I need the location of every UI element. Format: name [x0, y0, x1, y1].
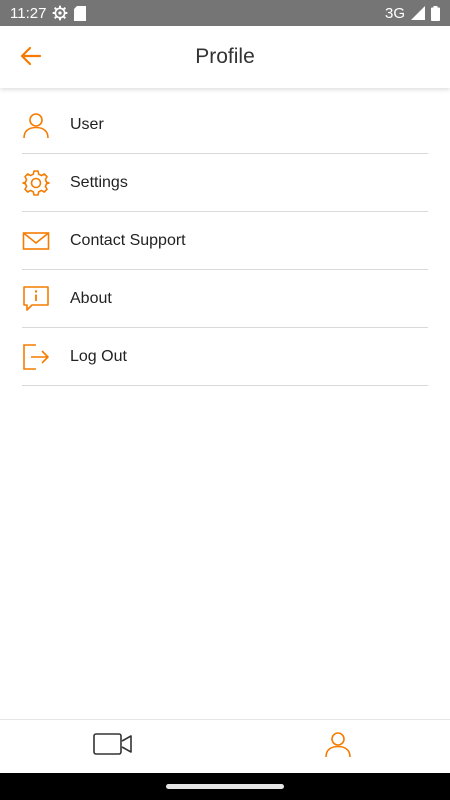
tab-profile[interactable]	[225, 720, 450, 773]
status-bar: 11:27 3G	[0, 0, 450, 26]
logout-icon	[22, 343, 50, 371]
bottom-nav	[0, 719, 450, 773]
menu-item-settings[interactable]: Settings	[22, 154, 428, 212]
menu-item-contact-support[interactable]: Contact Support	[22, 212, 428, 270]
signal-icon	[411, 6, 425, 20]
status-left: 11:27	[10, 4, 87, 22]
status-right: 3G	[385, 5, 440, 22]
network-type: 3G	[384, 4, 405, 22]
video-camera-icon	[92, 731, 133, 762]
user-icon	[22, 111, 50, 139]
battery-icon	[431, 5, 440, 21]
tab-video[interactable]	[0, 720, 225, 773]
arrow-left-icon	[20, 45, 42, 72]
menu-item-log-out[interactable]: Log Out	[22, 328, 428, 386]
sd-card-icon	[74, 5, 87, 21]
envelope-icon	[22, 227, 50, 255]
info-bubble-icon	[22, 285, 50, 313]
menu-item-label: About	[70, 289, 112, 307]
status-time: 11:27	[10, 4, 47, 22]
home-gesture-pill[interactable]	[166, 784, 284, 789]
menu-item-label: Contact Support	[70, 231, 186, 249]
menu-list: User Settings Contact Support About Log …	[22, 96, 428, 386]
menu-item-label: Log Out	[70, 347, 127, 365]
gear-icon	[22, 169, 50, 197]
back-button[interactable]	[16, 43, 46, 73]
menu-item-label: User	[70, 115, 104, 133]
menu-item-label: Settings	[70, 173, 128, 191]
user-icon	[324, 730, 352, 763]
app-bar: Profile	[0, 26, 450, 88]
system-nav-bar	[0, 773, 450, 800]
settings-gear-icon	[52, 5, 68, 21]
menu-item-user[interactable]: User	[22, 96, 428, 154]
page-title: Profile	[195, 45, 255, 68]
menu-item-about[interactable]: About	[22, 270, 428, 328]
